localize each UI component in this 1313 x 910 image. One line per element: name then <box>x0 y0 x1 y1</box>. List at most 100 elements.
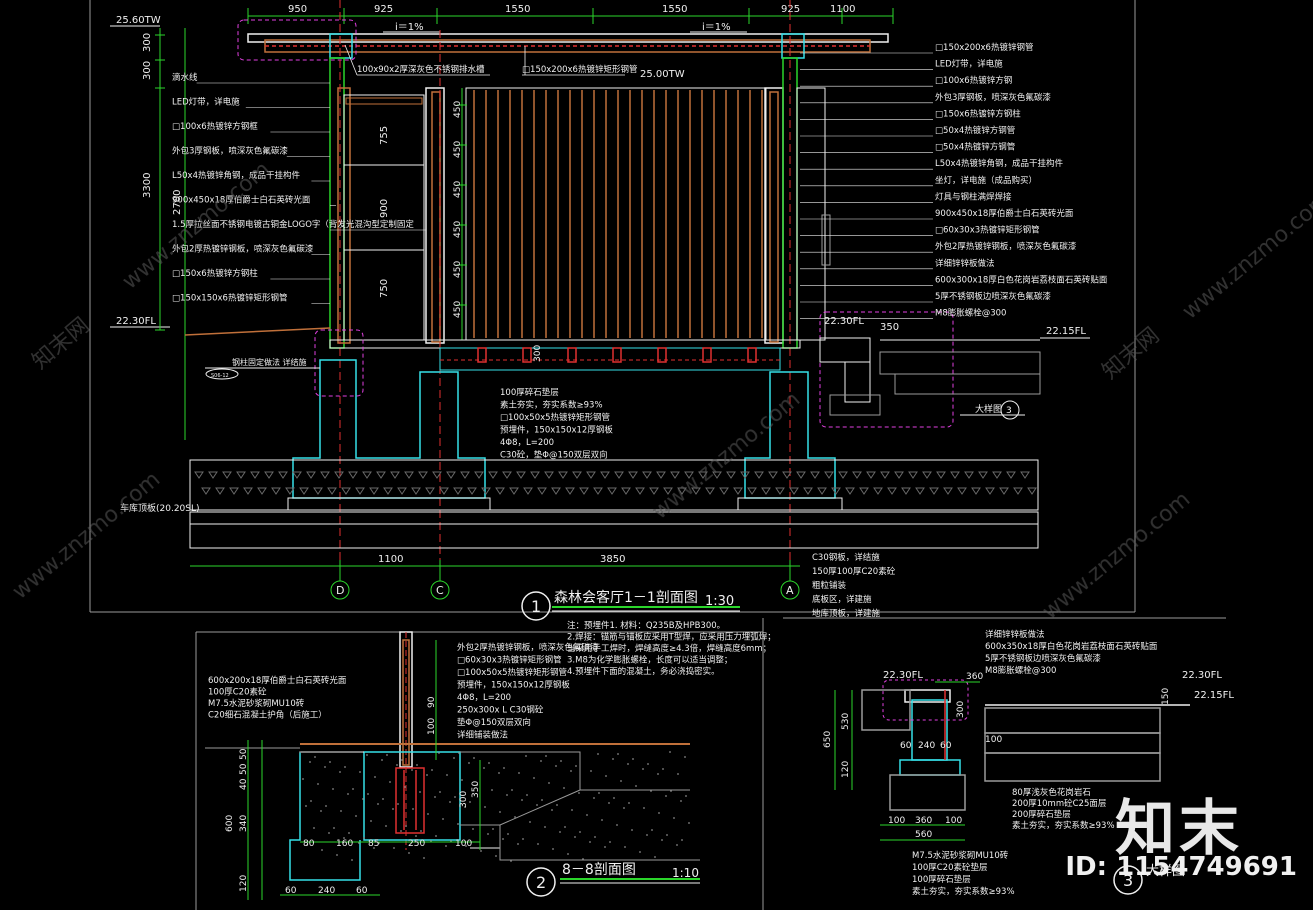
hatch-mark <box>985 487 995 495</box>
note: □150x200x6热镀锌钢管 <box>935 42 1033 53</box>
gravel-dot <box>677 773 679 775</box>
note: 5厚不锈钢板边喷深灰色氟碳漆 <box>935 291 1051 302</box>
gravel-dot <box>499 811 501 813</box>
s2-hdim-240: 240 <box>318 886 335 896</box>
hatch-mark <box>404 471 414 479</box>
hatch-mark <box>495 487 505 495</box>
hatch-mark <box>796 471 806 479</box>
hatch-mark <box>278 471 288 479</box>
gravel-dot <box>449 801 451 803</box>
gravel-dot <box>488 762 490 764</box>
hatch-mark <box>264 471 274 479</box>
note: □100x6热镀锌方钢 <box>935 75 1012 86</box>
note: 素土夯实，夯实系数≥93% <box>912 886 1015 897</box>
hatch-mark <box>705 487 715 495</box>
gravel-dot <box>324 766 326 768</box>
gravel-dot <box>613 797 615 799</box>
top-dim-2: 925 <box>374 4 393 15</box>
gravel-dot <box>299 751 301 753</box>
hatch-mark <box>635 487 645 495</box>
gravel-dot <box>305 805 307 807</box>
gravel-dot <box>426 774 428 776</box>
gravel-dot <box>313 827 315 829</box>
s2-vdim-120: 120 <box>239 875 249 892</box>
gravel-dot <box>416 764 418 766</box>
panel-dim-2: 450 <box>453 141 463 158</box>
hatch-mark <box>845 487 855 495</box>
gravel-dot <box>408 852 410 854</box>
gravel-dot <box>320 810 322 812</box>
gravel-dot <box>419 791 421 793</box>
hatch-mark <box>460 471 470 479</box>
gravel-dot <box>680 800 682 802</box>
note: M8膨胀螺栓@300 <box>935 308 1006 319</box>
hatch-mark <box>761 487 771 495</box>
slatted-wall-frame <box>465 87 767 341</box>
small-dim-300: 300 <box>533 345 543 362</box>
hatch-mark <box>558 471 568 479</box>
hatch-mark <box>320 471 330 479</box>
gravel-dot <box>405 825 407 827</box>
roof-beam <box>247 33 889 59</box>
s3-level-3: 22.15FL <box>1194 690 1234 701</box>
gravel-dot <box>540 760 542 762</box>
s3-hdim-60b: 60 <box>940 741 952 751</box>
top-dim-5: 925 <box>781 4 800 15</box>
hatch-mark <box>971 487 981 495</box>
gravel-dot <box>423 857 425 859</box>
hatch-mark <box>810 471 820 479</box>
gravel-dot <box>510 860 512 862</box>
gravel-dot <box>314 756 316 758</box>
bottom-dim-1: 1100 <box>378 554 403 565</box>
hatch-mark <box>908 471 918 479</box>
gravel-dot <box>458 752 460 754</box>
s2-hdim-85: 85 <box>368 839 379 849</box>
hatch-mark <box>733 487 743 495</box>
gravel-dot <box>511 789 513 791</box>
s3-top-notes: 详细锌锌板做法600x350x18厚白色花岗岩荔枝面石英砖贴面5厚不锈钢板边喷深… <box>985 629 1158 676</box>
panel-dim-6: 450 <box>453 301 463 318</box>
gravel-dot <box>400 830 402 832</box>
hatch-mark <box>271 487 281 495</box>
right-notes: □150x200x6热镀锌钢管 LED灯带，详电施 □100x6热镀锌方钢外包3厚钢… <box>800 42 1108 319</box>
gravel-dot <box>506 794 508 796</box>
gravel-dot <box>605 775 607 777</box>
gravel-dot <box>355 815 357 817</box>
hatch-mark <box>313 487 323 495</box>
gravel-dot <box>624 846 626 848</box>
level-floor-right: 22.30FL <box>824 316 864 327</box>
note: □60x30x3热镀锌矩形钢管 <box>457 655 562 666</box>
gravel-dot <box>601 819 603 821</box>
note: 预埋件，150x150x12厚钢板 <box>457 680 570 691</box>
note: 80厚浅灰色花岗岩石 <box>1012 787 1091 798</box>
hatch-mark <box>327 487 337 495</box>
gravel-dot <box>589 841 591 843</box>
top-dim-3: 1550 <box>505 4 530 15</box>
hatch-mark <box>957 487 967 495</box>
inner-dim-750: 750 <box>379 279 390 298</box>
gravel-dot <box>670 790 672 792</box>
note: 底板区，详建施 <box>812 594 872 605</box>
s2-vdim-90: 90 <box>427 696 437 708</box>
gravel-dot <box>529 821 531 823</box>
gravel-dot <box>359 771 361 773</box>
gravel-dot <box>415 835 417 837</box>
title-text: 森林会客厅1－1剖面图 <box>554 589 698 606</box>
note: 注：预埋件1. 材料：Q235B及HPB300。 <box>567 620 725 631</box>
gravel-dot <box>329 761 331 763</box>
hatch-mark <box>775 487 785 495</box>
note: 2.焊接：锚筋与锚板应采用T型焊，应采用压力埋弧焊； <box>567 632 776 643</box>
gravel-dot <box>468 762 470 764</box>
gravel-dot <box>339 771 341 773</box>
s2-hdim-160: 160 <box>336 839 353 849</box>
gravel-dot <box>374 776 376 778</box>
hatch-mark <box>950 471 960 479</box>
s3-hdim-100a: 100 <box>888 816 905 826</box>
gravel-dot <box>363 837 365 839</box>
grid-axis-d: D <box>336 584 344 597</box>
hatch-mark <box>649 487 659 495</box>
gravel-dot <box>336 854 338 856</box>
gravel-dot <box>411 769 413 771</box>
gravel-dot <box>609 841 611 843</box>
gravel-dot <box>555 765 557 767</box>
